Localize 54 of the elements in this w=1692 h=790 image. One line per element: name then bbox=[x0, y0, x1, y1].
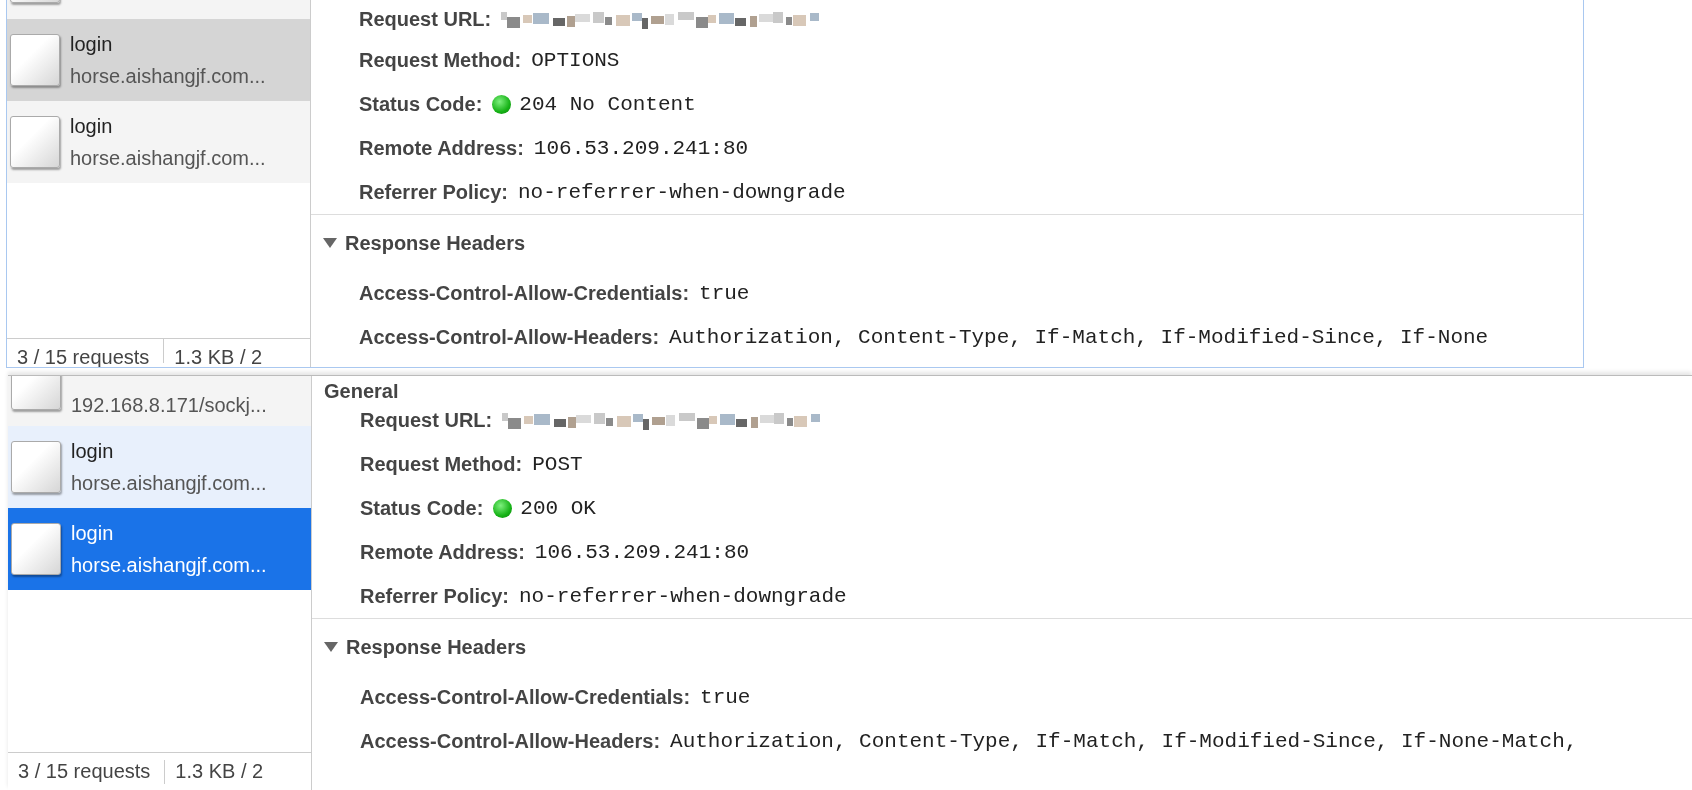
transfer-size: 1.3 KB / 2 bbox=[174, 759, 265, 784]
header-label: Access-Control-Allow-Headers: bbox=[359, 325, 660, 349]
section-heading[interactable]: Response Headers bbox=[346, 635, 527, 659]
request-domain: horse.aishangjf.com... bbox=[70, 146, 266, 171]
request-count: 3 / 15 requests bbox=[17, 759, 152, 784]
status-dot-icon bbox=[493, 498, 513, 518]
header-value: 106.53.209.241:80 bbox=[534, 540, 750, 564]
request-row[interactable]: login horse.aishangjf.com... bbox=[8, 508, 311, 590]
request-row[interactable]: 192.168.8.171/sockj... bbox=[8, 376, 311, 426]
header-value: true bbox=[700, 685, 751, 709]
header-label: Referrer Policy: bbox=[359, 180, 508, 204]
transfer-size: 1.3 KB / 2 bbox=[173, 345, 264, 367]
expanded-triangle-icon[interactable] bbox=[324, 642, 338, 652]
header-value: Authorization, Content-Type, If-Match, If-Modified-Since, If-None-Match, bbox=[670, 729, 1578, 753]
request-name: login bbox=[71, 521, 115, 546]
header-value: 106.53.209.241:80 bbox=[533, 136, 749, 160]
header-value: POST bbox=[532, 452, 583, 476]
request-name: login bbox=[71, 439, 115, 464]
header-label: Access-Control-Allow-Credentials: bbox=[359, 281, 690, 305]
header-value: true bbox=[699, 281, 750, 305]
document-icon bbox=[11, 523, 61, 575]
header-value: Authorization, Content-Type, If-Match, If-Modified-Since, If-None bbox=[669, 325, 1489, 349]
request-domain: horse.aishangjf.com... bbox=[71, 553, 267, 578]
request-domain: horse.aishangjf.com... bbox=[71, 471, 267, 496]
header-label: Request Method: bbox=[360, 452, 523, 476]
header-label: Request URL: bbox=[360, 408, 493, 432]
request-row[interactable]: login horse.aishangjf.com... bbox=[7, 101, 310, 183]
status-dot-icon bbox=[492, 94, 512, 114]
header-label: Referrer Policy: bbox=[360, 584, 509, 608]
header-label: Access-Control-Allow-Credentials: bbox=[360, 685, 691, 709]
header-label: Status Code: bbox=[360, 496, 484, 520]
expanded-triangle-icon[interactable] bbox=[323, 238, 337, 248]
request-name: login bbox=[70, 32, 114, 57]
header-label: Request Method: bbox=[359, 48, 522, 72]
header-value: OPTIONS bbox=[531, 48, 620, 72]
header-label: Request URL: bbox=[359, 7, 492, 31]
header-label: Remote Address: bbox=[359, 136, 524, 160]
header-value: 204 No Content bbox=[519, 92, 696, 116]
document-icon bbox=[11, 441, 61, 493]
request-domain: horse.aishangjf.com... bbox=[70, 64, 266, 89]
section-heading[interactable]: Response Headers bbox=[345, 231, 526, 255]
header-value: 200 OK bbox=[520, 496, 596, 520]
request-domain: 192.168.8.171/sockj... bbox=[71, 393, 267, 418]
request-name: login bbox=[70, 114, 114, 139]
section-heading[interactable]: General bbox=[324, 384, 399, 398]
request-row[interactable]: login horse.aishangjf.com... bbox=[8, 426, 311, 508]
header-value: no-referrer-when-downgrade bbox=[518, 584, 847, 608]
header-label: Access-Control-Allow-Headers: bbox=[360, 729, 661, 753]
document-icon bbox=[10, 116, 60, 168]
header-label: Remote Address: bbox=[360, 540, 525, 564]
document-icon bbox=[10, 34, 60, 86]
request-row[interactable]: login horse.aishangjf.com... bbox=[7, 19, 310, 101]
header-label: Status Code: bbox=[359, 92, 483, 116]
header-value: no-referrer-when-downgrade bbox=[517, 180, 846, 204]
